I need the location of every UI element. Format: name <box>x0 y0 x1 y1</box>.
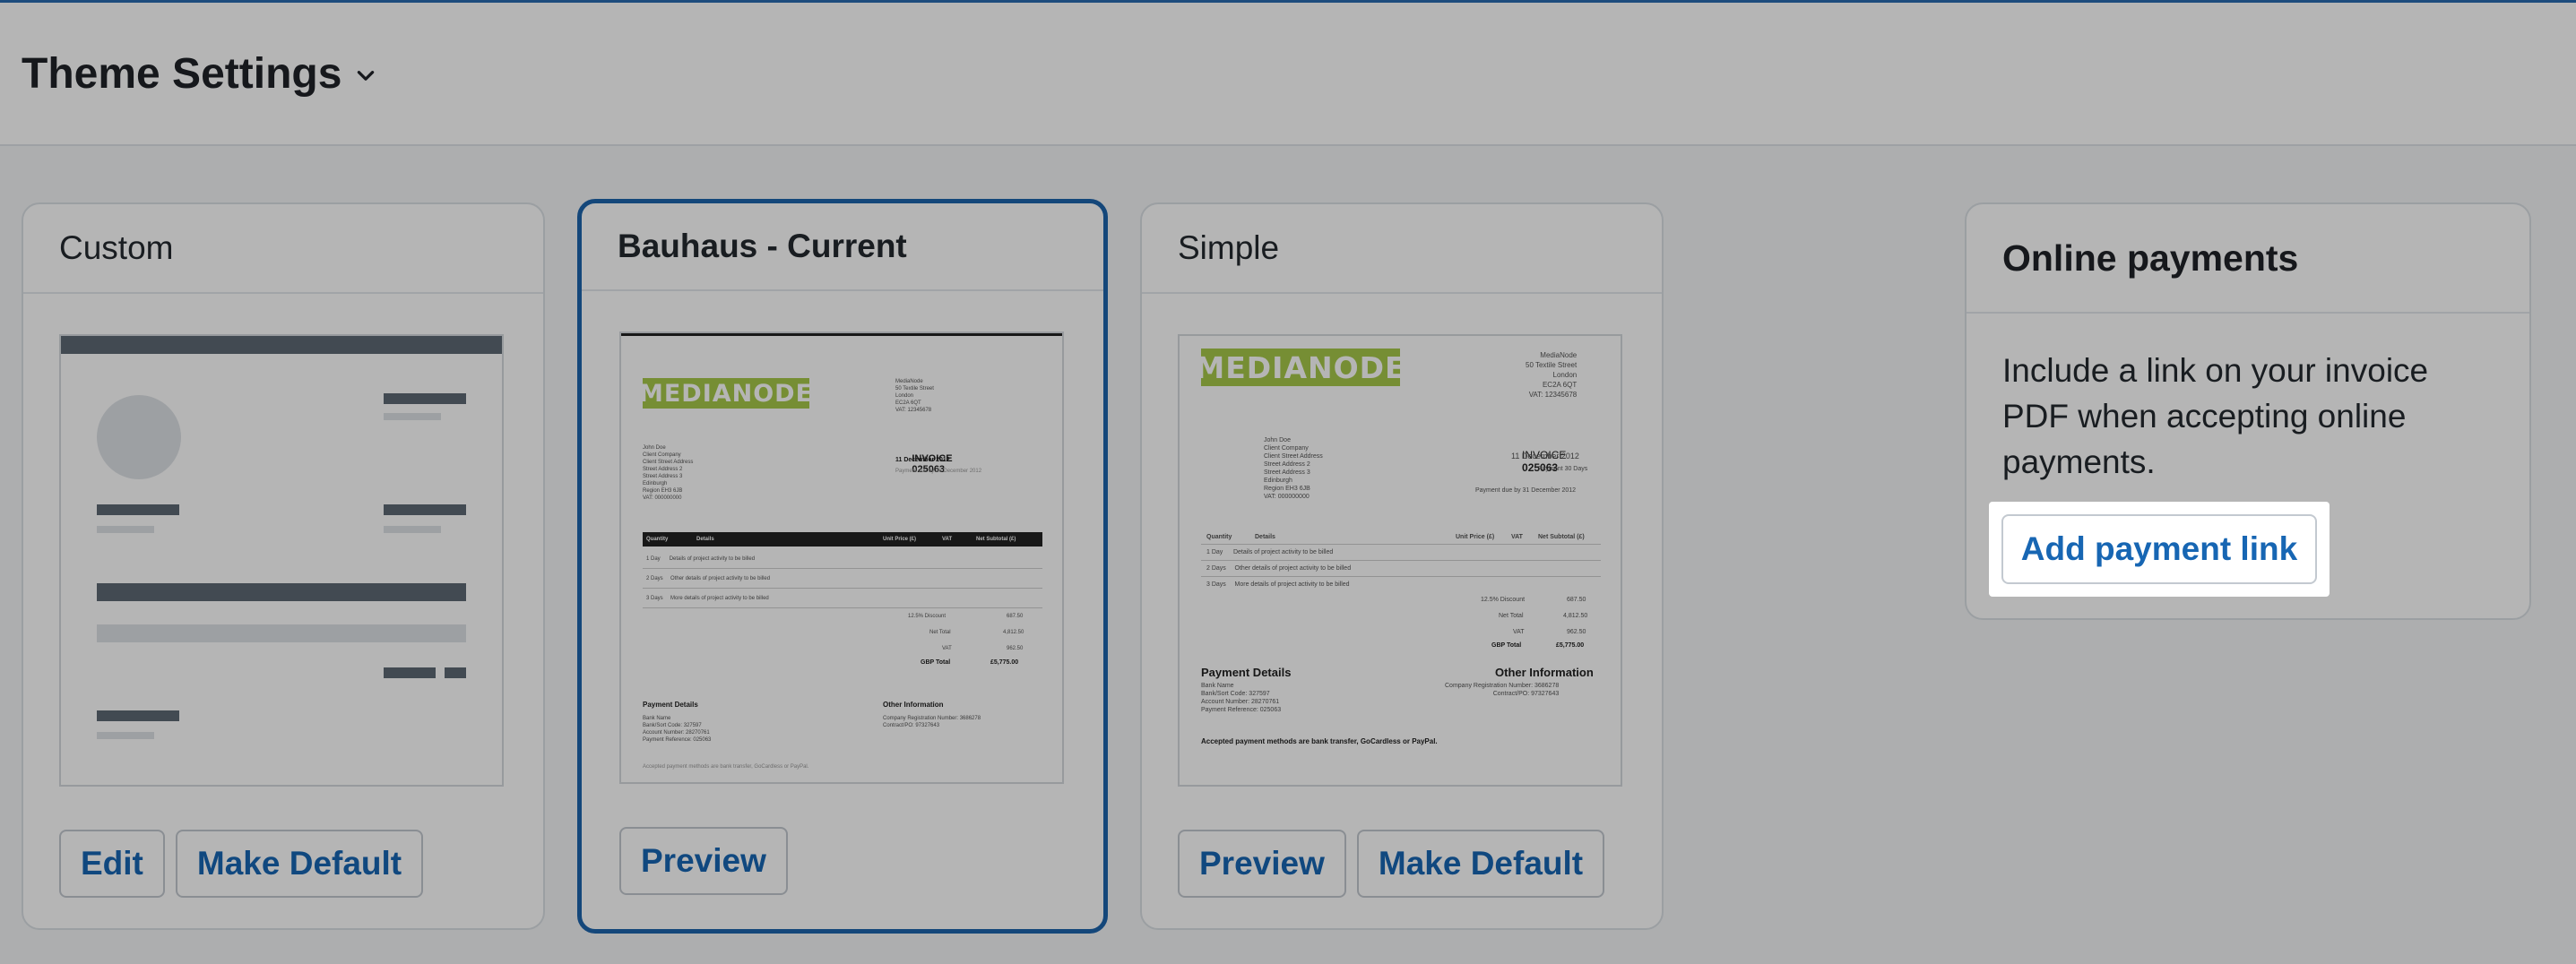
theme-preview-bauhaus[interactable]: MEDIANODE MediaNode 50 Textile Street Lo… <box>619 331 1064 784</box>
other-info: Company Registration Number: 3686278 Con… <box>1445 683 1560 697</box>
online-payments-title: Online payments <box>1967 204 2529 314</box>
payment-details: Bank Name Bank/Sort Code: 327597 Account… <box>643 716 712 743</box>
col-details: Details <box>1255 534 1275 540</box>
other-info-title: Other Information <box>1495 666 1594 679</box>
other-info-title: Other Information <box>883 701 944 709</box>
invoice-date: 11 December 2012 <box>895 457 950 463</box>
row-1: 1 Day Details of project activity to be … <box>1206 549 1334 555</box>
chevron-down-icon <box>358 70 375 81</box>
net-total-value: 4,812.50 <box>1563 613 1588 619</box>
col-vat: VAT <box>942 537 953 542</box>
page-header: Theme Settings <box>0 3 2576 146</box>
payment-details: Bank Name Bank/Sort Code: 327597 Account… <box>1201 683 1282 713</box>
discount-value: 687.50 <box>1567 597 1586 603</box>
col-details: Details <box>696 537 714 542</box>
row-3: 3 Days More details of project activity … <box>646 596 769 601</box>
row-2: 2 Days Other details of project activity… <box>646 576 771 581</box>
theme-card-bauhaus: Bauhaus - Current MEDIANODE MediaNode 50… <box>577 199 1108 934</box>
col-net-subtotal: Net Subtotal (£) <box>976 537 1016 542</box>
due-note: Payment due by 31 December 2012 <box>1475 487 1577 494</box>
preview-button[interactable]: Preview <box>1178 830 1346 898</box>
net-total-label: Net Total <box>929 630 951 635</box>
payment-details-title: Payment Details <box>643 701 698 709</box>
discount-label: 12.5% Discount <box>1481 597 1526 603</box>
page-title: Theme Settings <box>22 50 342 98</box>
row-1: 1 Day Details of project activity to be … <box>646 556 756 562</box>
col-vat: VAT <box>1511 534 1523 540</box>
make-default-button[interactable]: Make Default <box>175 830 424 898</box>
theme-card-custom: Custom Edit Make Default <box>22 202 545 930</box>
invoice-heading: INVOICE 025063 <box>1504 436 1566 486</box>
payment-terms: Payment 30 Days <box>1538 466 1588 472</box>
vat-label: VAT <box>1513 629 1525 635</box>
invoice-heading: INVOICE 025063 <box>895 443 952 486</box>
net-total-label: Net Total <box>1499 613 1524 619</box>
edit-button[interactable]: Edit <box>59 830 165 898</box>
gbp-total-label: GBP Total <box>1491 642 1522 649</box>
other-info: Company Registration Number: 3686278 Con… <box>883 716 981 728</box>
client-address: John Doe Client Company Client Street Ad… <box>1264 437 1323 500</box>
row-3: 3 Days More details of project activity … <box>1206 581 1350 588</box>
medianode-logo: MEDIANODE <box>1195 349 1406 386</box>
net-total-value: 4,812.50 <box>1003 630 1024 635</box>
col-quantity: Quantity <box>646 537 669 542</box>
vat-value: 962.50 <box>1567 629 1586 635</box>
payment-details-title: Payment Details <box>1201 666 1292 679</box>
gbp-total-value: £5,775.00 <box>1556 642 1585 649</box>
spotlight-highlight: Add payment link <box>1989 502 2330 597</box>
theme-settings-dropdown[interactable]: Theme Settings <box>22 49 377 99</box>
online-payments-description: Include a link on your invoice PDF when … <box>2002 352 2429 480</box>
theme-card-title: Bauhaus - Current <box>582 203 1103 291</box>
accepted-note: Accepted payment methods are bank transf… <box>643 764 809 770</box>
vat-value: 962.50 <box>1007 646 1024 651</box>
client-address: John Doe Client Company Client Street Ad… <box>643 445 694 501</box>
discount-label: 12.5% Discount <box>908 614 947 619</box>
theme-card-title: Custom <box>23 204 543 294</box>
col-unit-price: Unit Price (£) <box>883 537 917 542</box>
gbp-total-value: £5,775.00 <box>990 659 1019 666</box>
col-unit-price: Unit Price (£) <box>1456 534 1495 540</box>
theme-preview-custom[interactable] <box>59 334 504 787</box>
theme-card-simple: Simple MEDIANODE MediaNode 50 Textile St… <box>1140 202 1664 930</box>
theme-card-title: Simple <box>1142 204 1662 294</box>
col-net-subtotal: Net Subtotal (£) <box>1538 534 1585 540</box>
theme-preview-simple[interactable]: MEDIANODE MediaNode 50 Textile Street Lo… <box>1178 334 1622 787</box>
accepted-note: Accepted payment methods are bank transf… <box>1201 737 1438 745</box>
due-note: Payment due by 31 December 2012 <box>895 469 982 474</box>
preview-button[interactable]: Preview <box>619 827 788 895</box>
company-address: MediaNode 50 Textile Street London EC2A … <box>895 379 934 413</box>
medianode-logo: MEDIANODE <box>638 378 814 409</box>
company-address: MediaNode 50 Textile Street London EC2A … <box>1526 351 1578 399</box>
col-quantity: Quantity <box>1206 534 1232 540</box>
add-payment-link-button[interactable]: Add payment link <box>2001 514 2318 584</box>
make-default-button[interactable]: Make Default <box>1356 830 1605 898</box>
discount-value: 687.50 <box>1007 614 1024 619</box>
vat-label: VAT <box>942 646 952 651</box>
row-2: 2 Days Other details of project activity… <box>1206 565 1352 572</box>
invoice-date: 11 December 2012 <box>1511 452 1579 460</box>
gbp-total-label: GBP Total <box>921 659 951 666</box>
